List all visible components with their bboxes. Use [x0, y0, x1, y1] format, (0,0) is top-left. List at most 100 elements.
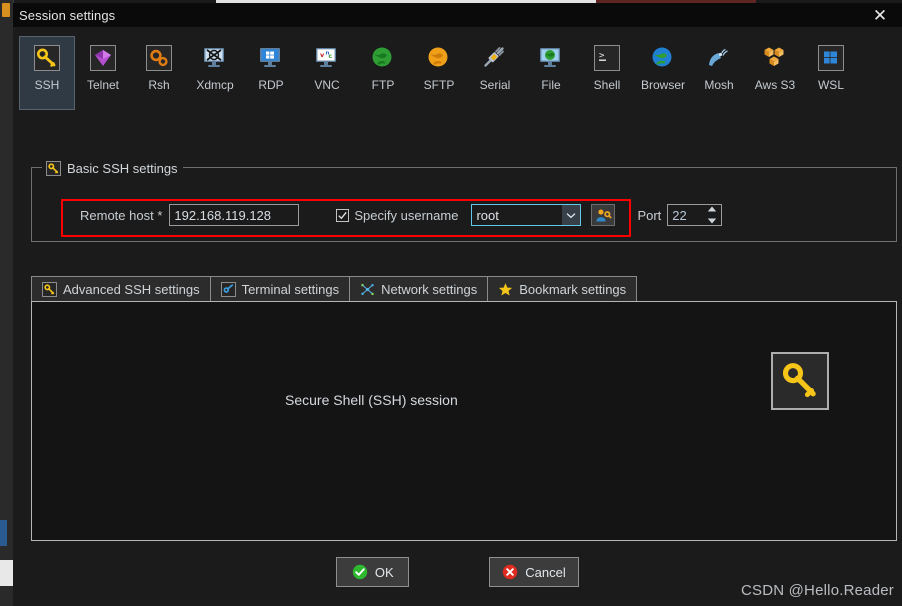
protocol-label: SSH — [34, 78, 60, 92]
protocol-file[interactable]: File — [523, 36, 579, 110]
background-white-marker — [0, 560, 13, 586]
file-monitor-icon — [538, 45, 564, 71]
satellite-icon — [706, 45, 732, 71]
protocol-shell[interactable]: > Shell — [579, 36, 635, 110]
protocol-label: VNC — [314, 78, 340, 92]
protocol-ftp[interactable]: FTP — [355, 36, 411, 110]
protocol-label: SFTP — [423, 78, 455, 92]
protocol-label: Xdmcp — [196, 78, 234, 92]
terminal-icon: > — [594, 45, 620, 71]
protocol-label: Telnet — [86, 78, 120, 92]
close-icon[interactable]: ✕ — [858, 3, 902, 27]
title-bar: Session settings ✕ — [13, 3, 902, 27]
session-settings-dialog: SSH Telnet Rsh Xdmcp RDP v n c VNC FTP S… — [13, 27, 902, 606]
basic-ssh-settings-title: Basic SSH settings — [42, 156, 183, 180]
windows-icon — [818, 45, 844, 71]
username-combobox[interactable]: root — [471, 204, 582, 226]
username-value: root — [476, 207, 499, 223]
remote-host-input[interactable] — [169, 204, 300, 226]
orange-globe-icon — [426, 45, 452, 71]
background-blue-marker — [0, 520, 7, 546]
tab-network-settings[interactable]: Network settings — [349, 276, 489, 302]
protocol-ssh[interactable]: SSH — [19, 36, 75, 110]
key-icon — [782, 363, 816, 398]
tab-label: Network settings — [381, 282, 478, 297]
group-title-label: Basic SSH settings — [67, 160, 178, 176]
panel-key-icon-frame — [771, 352, 829, 410]
protocol-browser[interactable]: Browser — [635, 36, 691, 110]
protocol-label: WSL — [817, 78, 844, 92]
protocol-label: Serial — [479, 78, 511, 92]
settings-tabstrip: Advanced SSH settings Terminal settings — [31, 276, 638, 302]
svg-text:c: c — [329, 53, 333, 60]
red-x-icon — [503, 564, 518, 580]
protocol-vnc[interactable]: v n c VNC — [299, 36, 355, 110]
basic-settings-row: Remote host * Specify username root — [32, 190, 896, 240]
background-app-icon — [2, 3, 10, 17]
background-window-strip — [0, 0, 14, 606]
protocol-serial[interactable]: Serial — [467, 36, 523, 110]
tab-label: Bookmark settings — [519, 282, 627, 297]
spinner-buttons[interactable] — [706, 206, 718, 224]
ok-button-label: OK — [374, 564, 394, 580]
vnc-monitor-icon: v n c — [314, 45, 340, 71]
chevron-down-icon[interactable] — [707, 218, 717, 224]
protocol-sftp[interactable]: SFTP — [411, 36, 467, 110]
remote-host-label: Remote host * — [80, 207, 163, 223]
port-value: 22 — [672, 207, 687, 223]
windows-monitor-icon — [258, 45, 284, 71]
protocol-label: FTP — [371, 78, 395, 92]
key-icon — [34, 45, 60, 71]
tab-terminal-settings[interactable]: Terminal settings — [209, 276, 351, 302]
checkbox-icon — [336, 208, 350, 222]
tab-advanced-ssh-settings[interactable]: Advanced SSH settings — [31, 276, 211, 302]
user-key-icon — [596, 209, 612, 221]
protocol-rsh[interactable]: Rsh — [131, 36, 187, 110]
plug-icon — [482, 45, 508, 71]
protocol-xdmcp[interactable]: Xdmcp — [187, 36, 243, 110]
key-icon — [42, 282, 57, 297]
specify-username-checkbox[interactable]: Specify username — [336, 208, 458, 223]
window-title: Session settings — [19, 7, 116, 23]
basic-ssh-settings-group: Basic SSH settings Remote host * Specify… — [31, 156, 897, 242]
protocol-toolbar: SSH Telnet Rsh Xdmcp RDP v n c VNC FTP S… — [13, 36, 902, 110]
specify-username-label: Specify username — [354, 207, 459, 223]
blue-globe-icon — [650, 45, 676, 71]
user-key-button[interactable] — [591, 204, 616, 226]
panel-caption: Secure Shell (SSH) session — [285, 392, 458, 408]
cancel-button-label: Cancel — [525, 564, 566, 580]
chevron-up-icon[interactable] — [707, 206, 717, 212]
chevron-down-icon[interactable] — [562, 205, 581, 225]
star-icon — [498, 282, 513, 297]
protocol-label: Browser — [640, 78, 685, 92]
watermark-text: CSDN @Hello.Reader — [740, 582, 894, 599]
network-icon — [360, 282, 375, 297]
tab-label: Terminal settings — [241, 282, 340, 297]
protocol-label: RDP — [258, 78, 284, 92]
cancel-button[interactable]: Cancel — [489, 557, 579, 587]
cube-icon — [90, 45, 116, 71]
port-stepper[interactable]: 22 — [667, 204, 723, 226]
green-globe-icon — [370, 45, 396, 71]
x-monitor-icon — [202, 45, 228, 71]
protocol-label: File — [541, 78, 561, 92]
protocol-rdp[interactable]: RDP — [243, 36, 299, 110]
key-icon — [46, 160, 61, 176]
protocol-label: Mosh — [704, 78, 734, 92]
protocol-telnet[interactable]: Telnet — [75, 36, 131, 110]
tab-label: Advanced SSH settings — [63, 282, 200, 297]
tab-content-panel: Secure Shell (SSH) session — [31, 301, 897, 541]
gears-icon — [146, 45, 172, 71]
green-check-icon — [352, 564, 368, 580]
protocol-wsl[interactable]: WSL — [803, 36, 859, 110]
terminal-blue-icon — [220, 282, 236, 297]
protocol-label: Shell — [593, 78, 621, 92]
tab-bookmark-settings[interactable]: Bookmark settings — [487, 276, 638, 302]
protocol-label: Aws S3 — [754, 78, 796, 92]
protocol-mosh[interactable]: Mosh — [691, 36, 747, 110]
ok-button[interactable]: OK — [336, 557, 410, 587]
port-label: Port — [637, 207, 662, 223]
aws-cubes-icon — [762, 45, 788, 71]
protocol-aws-s3[interactable]: Aws S3 — [747, 36, 803, 110]
protocol-label: Rsh — [148, 78, 170, 92]
